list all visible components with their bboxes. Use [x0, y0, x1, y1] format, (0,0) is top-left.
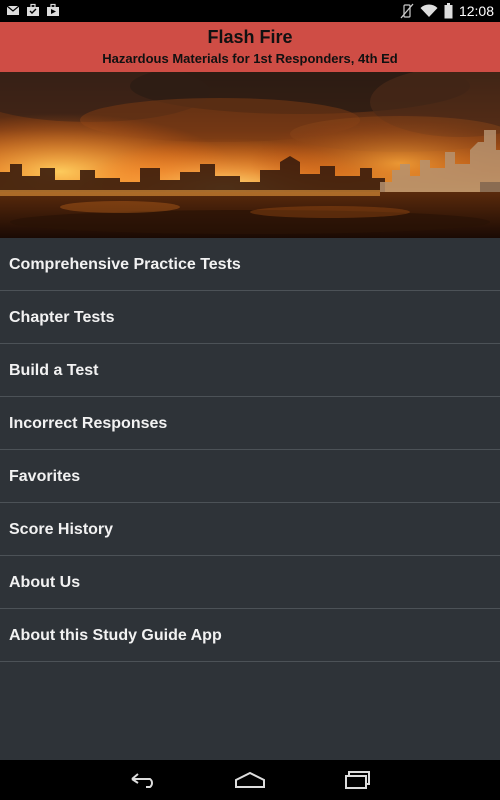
app-title: Flash Fire: [207, 27, 293, 47]
menu-item-label: Incorrect Responses: [9, 415, 168, 432]
clock: 12:08: [458, 3, 494, 19]
mail-icon: [6, 5, 20, 15]
menu-item-label: About this Study Guide App: [9, 627, 222, 644]
menu-item-label: Chapter Tests: [9, 309, 115, 326]
navigation-bar: [0, 760, 500, 800]
vibrate-off-icon: [400, 3, 414, 19]
menu-item-label: Comprehensive Practice Tests: [9, 256, 241, 273]
menu-item-score-history[interactable]: Score History: [0, 503, 500, 556]
recent-apps-button[interactable]: [338, 768, 378, 792]
menu-item-favorites[interactable]: Favorites: [0, 450, 500, 503]
wifi-icon: [420, 4, 438, 17]
menu-item-label: Score History: [9, 521, 114, 538]
menu-item-comprehensive-practice-tests[interactable]: Comprehensive Practice Tests: [0, 238, 500, 291]
menu-item-label: Favorites: [9, 468, 81, 485]
home-icon: [235, 771, 265, 788]
back-button[interactable]: [123, 768, 163, 792]
burning-city-illustration: [0, 72, 500, 238]
menu-item-label: Build a Test: [9, 362, 99, 379]
system-icons: 12:08: [400, 2, 494, 20]
menu-item-incorrect-responses[interactable]: Incorrect Responses: [0, 397, 500, 450]
app-header: Flash Fire Hazardous Materials for 1st R…: [0, 22, 500, 72]
back-icon: [131, 773, 153, 788]
menu-item-about-us[interactable]: About Us: [0, 556, 500, 609]
battery-icon: [444, 3, 453, 19]
menu-item-build-a-test[interactable]: Build a Test: [0, 344, 500, 397]
app-subtitle: Hazardous Materials for 1st Responders, …: [102, 51, 398, 66]
bag-icon: [47, 3, 59, 16]
hero-banner-image: [0, 72, 500, 238]
home-button[interactable]: [230, 768, 270, 792]
recent-apps-icon: [345, 771, 370, 789]
status-bar: 12:08: [0, 0, 500, 22]
notification-icons: [6, 3, 60, 17]
menu-item-chapter-tests[interactable]: Chapter Tests: [0, 291, 500, 344]
menu-item-label: About Us: [9, 574, 81, 591]
main-menu: Comprehensive Practice Tests Chapter Tes…: [0, 238, 500, 662]
briefcase-icon: [27, 3, 39, 16]
menu-item-about-this-study-guide-app[interactable]: About this Study Guide App: [0, 609, 500, 662]
